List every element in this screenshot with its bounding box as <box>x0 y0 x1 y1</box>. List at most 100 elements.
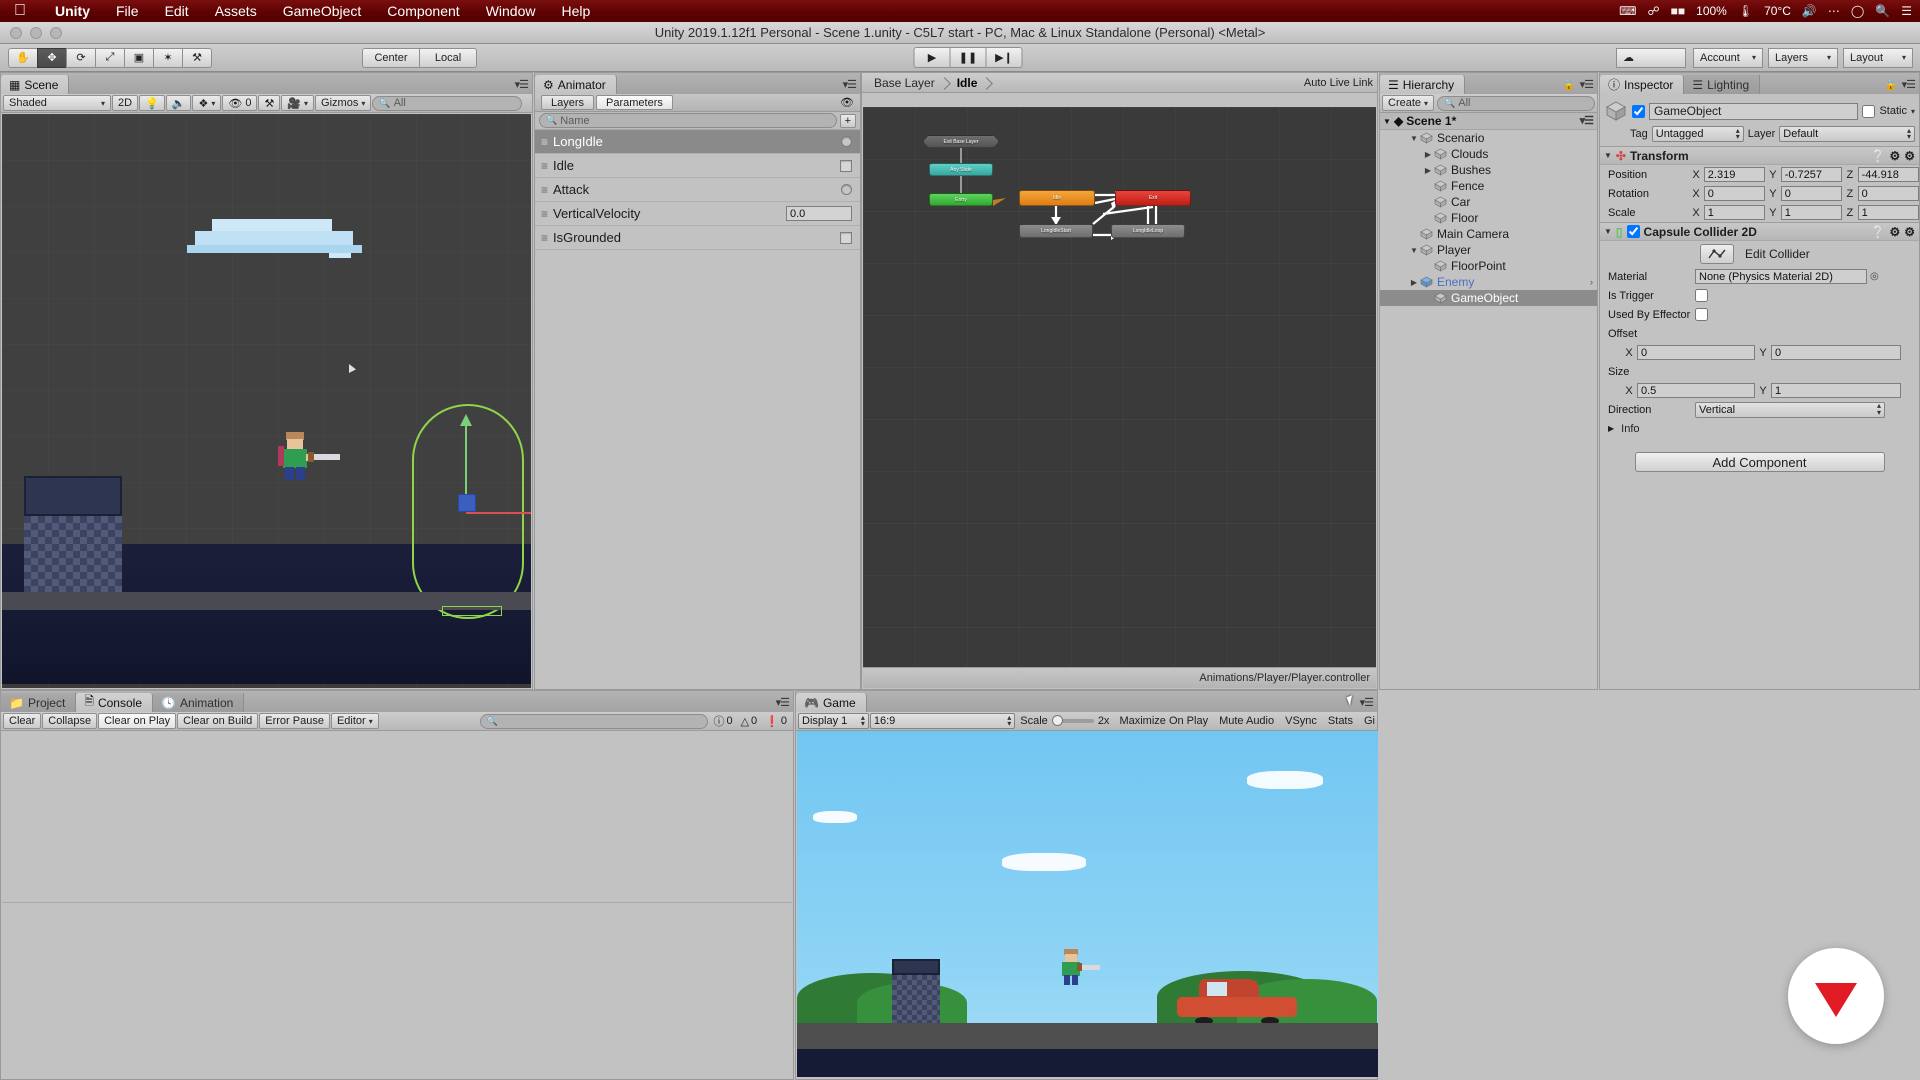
tab-layers[interactable]: Layers <box>541 95 595 110</box>
menu-item-window[interactable]: Window <box>473 3 549 19</box>
transform-x-field[interactable]: 0 <box>1703 186 1766 201</box>
tab-project[interactable]: 📁 Project <box>1 693 77 712</box>
inspector-panel-menu-icon[interactable]: ▾☰ <box>1902 78 1916 91</box>
game-gizmos-button[interactable]: Gizmos <box>1359 713 1375 729</box>
console-search-input[interactable]: 🔍 <box>479 713 709 729</box>
transform-y-field[interactable]: 0 <box>1780 186 1843 201</box>
pivot-rotation-button[interactable]: Local <box>419 47 477 68</box>
tab-lighting[interactable]: ☰ Lighting <box>1684 75 1761 94</box>
static-checkbox[interactable] <box>1862 104 1876 118</box>
hierarchy-item[interactable]: ▼ Scenario <box>1380 130 1597 146</box>
menu-item-assets[interactable]: Assets <box>202 3 270 19</box>
edit-collider-button[interactable] <box>1700 244 1734 264</box>
zoom-button[interactable] <box>50 26 62 39</box>
move-gizmo-center-handle[interactable] <box>458 494 476 512</box>
scale-slider-thumb[interactable] <box>1051 715 1063 726</box>
wifi-icon[interactable]: ◯ <box>1851 4 1864 18</box>
tag-dropdown[interactable]: Untagged ▴ ▾ <box>1651 126 1744 142</box>
step-button[interactable]: ▶❙ <box>985 47 1023 68</box>
2d-toggle-button[interactable]: 2D <box>112 95 139 111</box>
scale-slider-group[interactable]: Scale 2x <box>1016 715 1113 727</box>
breadcrumb-idle[interactable]: Idle <box>951 76 994 90</box>
maximize-on-play-button[interactable]: Maximize On Play <box>1114 713 1213 729</box>
transform-z-field[interactable]: 1 <box>1857 205 1919 220</box>
hierarchy-item[interactable]: ▶ Bushes <box>1380 162 1597 178</box>
info-foldout-icon[interactable]: ▶ <box>1608 424 1614 433</box>
drag-handle-icon[interactable]: ≡ <box>541 159 553 173</box>
collapse-button[interactable]: Collapse <box>42 713 98 729</box>
state-node[interactable]: Exit <box>1115 190 1191 206</box>
clear-on-build-button[interactable]: Clear on Build <box>177 713 259 729</box>
collider-component-header[interactable]: ▼ ▯ Capsule Collider 2D ❔ ⚙ ⚙ <box>1600 222 1919 241</box>
transform-foldout-icon[interactable]: ▼ <box>1604 151 1612 160</box>
transform-y-field[interactable]: 1 <box>1780 205 1843 220</box>
ellipsis-icon[interactable]: ⋯ <box>1828 4 1840 18</box>
layout-button[interactable]: Layout ▾ <box>1843 47 1913 68</box>
open-prefab-chevron-icon[interactable]: › <box>1590 277 1593 287</box>
animator-parameter-row[interactable]: ≡ LongIdle <box>535 130 860 154</box>
drag-handle-icon[interactable]: ≡ <box>541 207 553 221</box>
gear-icon[interactable]: ⚙ <box>1904 225 1915 239</box>
audio-toggle-icon[interactable]: 🔈 <box>165 95 192 111</box>
help-icon[interactable]: ❔ <box>1871 225 1886 239</box>
layers-button[interactable]: Layers ▾ <box>1768 47 1838 68</box>
scale-tool-icon[interactable]: ⤢ <box>95 47 125 68</box>
tab-animator[interactable]: ⚙ Animator <box>535 75 617 94</box>
object-picker-icon[interactable]: ◎ <box>1870 271 1879 282</box>
transform-component-header[interactable]: ▼ ✣ Transform ❔ ⚙ ⚙ <box>1600 146 1919 165</box>
close-button[interactable] <box>10 26 22 39</box>
tab-game[interactable]: 🎮 Game <box>796 693 867 712</box>
hierarchy-item[interactable]: FloorPoint <box>1380 258 1597 274</box>
auto-live-link-button[interactable]: Auto Live Link <box>1304 77 1373 89</box>
warning-count[interactable]: △ 0 <box>737 715 762 728</box>
hierarchy-item[interactable]: ▼ Player <box>1380 242 1597 258</box>
vsync-button[interactable]: VSync <box>1280 713 1322 729</box>
menu-item-unity[interactable]: Unity <box>42 3 103 19</box>
custom-tool-icon[interactable]: ⚒ <box>182 47 212 68</box>
preset-icon[interactable]: ⚙ <box>1889 225 1900 239</box>
gear-icon[interactable]: ⚙ <box>1904 149 1915 163</box>
tab-inspector[interactable]: ⓘ Inspector <box>1600 75 1685 94</box>
drag-handle-icon[interactable]: ≡ <box>541 183 553 197</box>
scene-row-menu-icon[interactable]: ▾☰ <box>1580 114 1594 127</box>
scale-slider-track[interactable] <box>1051 715 1094 726</box>
parameter-trigger-toggle[interactable] <box>841 184 852 195</box>
console-splitter[interactable] <box>2 902 792 903</box>
info-count[interactable]: ⓘ 0 <box>709 713 736 729</box>
hierarchy-item[interactable]: ▶ Enemy › <box>1380 274 1597 290</box>
foldout-icon[interactable]: ▶ <box>1422 150 1434 159</box>
state-node[interactable]: Any State <box>929 163 993 176</box>
tab-scene[interactable]: ▦ Scene <box>1 75 70 94</box>
bluetooth-icon[interactable]: ☍ <box>1647 4 1659 18</box>
preset-icon[interactable]: ⚙ <box>1889 149 1900 163</box>
animator-parameter-row[interactable]: ≡ Idle <box>535 154 860 178</box>
hierarchy-item[interactable]: Car <box>1380 194 1597 210</box>
control-center-icon[interactable]: ☰ <box>1901 4 1912 18</box>
hand-tool-icon[interactable]: ✋ <box>8 47 38 68</box>
breadcrumb-base-layer[interactable]: Base Layer <box>868 76 951 90</box>
collider-enabled-checkbox[interactable] <box>1626 225 1640 238</box>
transform-y-field[interactable]: -0.7257 <box>1780 167 1843 182</box>
state-node[interactable]: Entry <box>929 193 993 206</box>
state-node[interactable]: LongIdleStart <box>1019 224 1093 238</box>
console-log-area[interactable] <box>2 732 792 1078</box>
tab-console[interactable]: 🗎 Console <box>76 693 153 712</box>
size-x-field[interactable]: 0.5 <box>1637 383 1755 398</box>
offset-x-field[interactable]: 0 <box>1637 345 1755 360</box>
size-y-field[interactable]: 1 <box>1771 383 1901 398</box>
hierarchy-item[interactable]: Floor <box>1380 210 1597 226</box>
object-enabled-checkbox[interactable] <box>1632 104 1645 118</box>
transform-z-field[interactable]: 0 <box>1857 186 1919 201</box>
drag-handle-icon[interactable]: ≡ <box>541 231 553 245</box>
hierarchy-search-input[interactable]: 🔍 All <box>1437 95 1595 111</box>
move-tool-icon[interactable]: ✥ <box>37 47 67 68</box>
game-viewport[interactable] <box>797 731 1378 1077</box>
object-name-field[interactable]: GameObject <box>1649 102 1859 120</box>
game-panel-menu-icon[interactable]: ▾☰ <box>1360 696 1374 709</box>
clear-button[interactable]: Clear <box>3 713 42 729</box>
rotate-tool-icon[interactable]: ⟳ <box>66 47 96 68</box>
fx-toggle-icon[interactable]: ❖ ▾ <box>192 95 222 111</box>
transform-tool-icon[interactable]: ✶ <box>153 47 183 68</box>
parameter-bool-checkbox[interactable] <box>840 159 852 172</box>
offset-y-field[interactable]: 0 <box>1771 345 1901 360</box>
